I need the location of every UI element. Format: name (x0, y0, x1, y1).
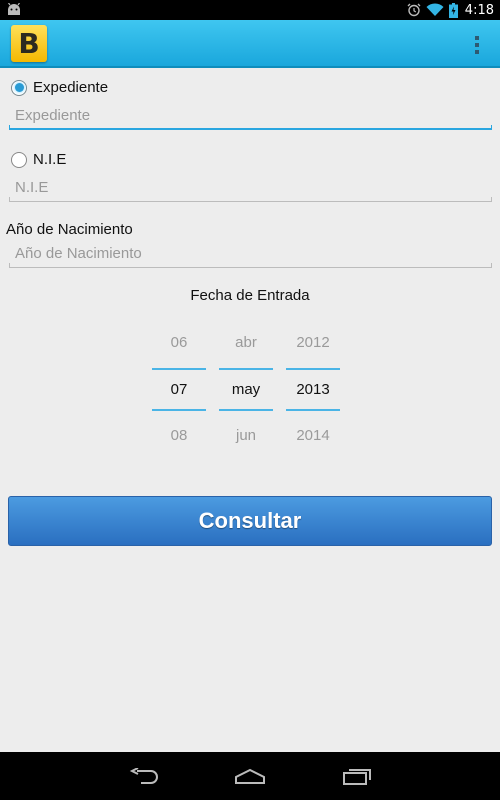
alarm-icon (407, 3, 421, 17)
birth-year-label: Año de Nacimiento (6, 221, 133, 238)
nie-input[interactable]: N.I.E (9, 176, 492, 202)
status-time: 4:18 (464, 2, 494, 18)
radio-expediente-label: Expediente (33, 79, 109, 96)
expediente-input[interactable]: Expediente (9, 104, 492, 130)
day-next[interactable]: 08 (152, 411, 206, 461)
entry-date-label: Fecha de Entrada (190, 287, 310, 304)
radio-nie[interactable]: N.I.E (11, 151, 66, 168)
day-picker[interactable]: 06 07 08 (152, 318, 206, 461)
month-prev[interactable]: abr (219, 318, 273, 368)
overflow-menu-icon[interactable] (474, 36, 480, 57)
month-selected[interactable]: may (219, 368, 273, 411)
day-prev[interactable]: 06 (152, 318, 206, 368)
app-logo-icon[interactable]: B (11, 25, 47, 62)
android-notification-icon (8, 3, 20, 15)
consultar-button[interactable]: Consultar (8, 496, 492, 546)
radio-button-unchecked-icon[interactable] (11, 151, 27, 168)
app-logo-letter: B (18, 26, 40, 60)
birth-year-input[interactable]: Año de Nacimiento (9, 242, 492, 268)
radio-expediente[interactable]: Expediente (11, 79, 108, 96)
expediente-placeholder: Expediente (15, 107, 91, 124)
birth-year-placeholder: Año de Nacimiento (15, 245, 142, 262)
day-selected[interactable]: 07 (152, 368, 206, 411)
battery-icon (448, 2, 458, 18)
radio-button-checked-icon[interactable] (11, 79, 27, 96)
year-picker[interactable]: 2012 2013 2014 (286, 318, 340, 461)
radio-nie-label: N.I.E (33, 151, 67, 168)
year-prev[interactable]: 2012 (286, 318, 340, 368)
status-bar: 4:18 (0, 0, 500, 20)
home-icon[interactable] (230, 764, 270, 788)
month-next[interactable]: jun (219, 411, 273, 461)
action-bar: B (0, 20, 500, 68)
year-next[interactable]: 2014 (286, 411, 340, 461)
navigation-bar (0, 752, 500, 800)
recent-apps-icon[interactable] (337, 764, 377, 788)
nie-placeholder: N.I.E (15, 179, 49, 196)
year-selected[interactable]: 2013 (286, 368, 340, 411)
wifi-icon (426, 3, 444, 16)
back-icon[interactable] (124, 764, 164, 788)
month-picker[interactable]: abr may jun (219, 318, 273, 461)
